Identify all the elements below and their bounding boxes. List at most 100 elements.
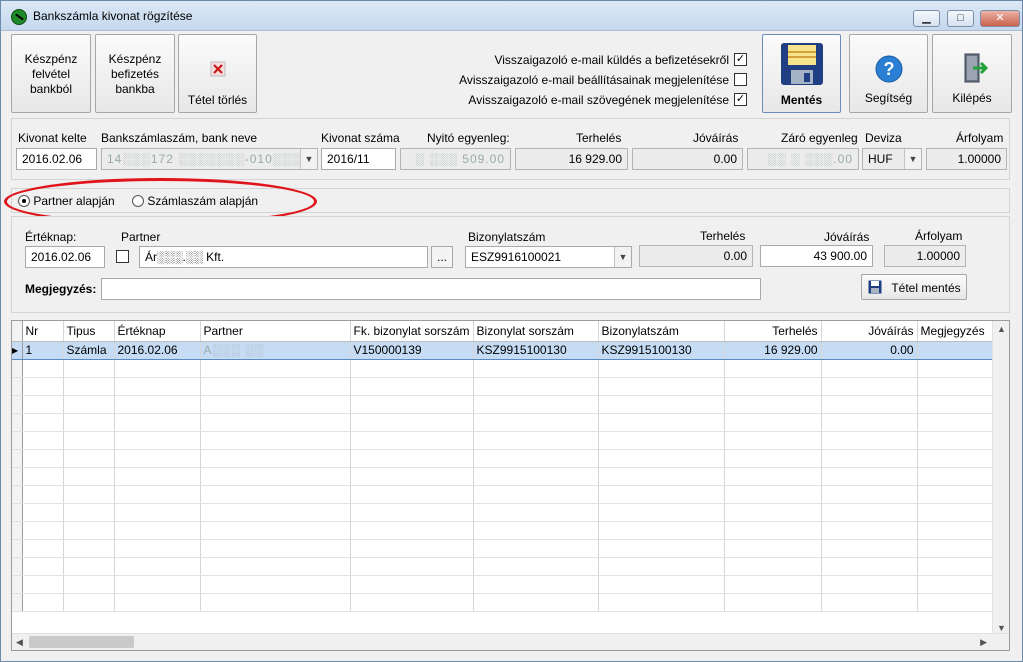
vertical-scrollbar[interactable]: ▲ ▼ <box>992 321 1009 633</box>
statement-date-field[interactable]: 2016.02.06 <box>16 148 97 170</box>
col-doc-number[interactable]: Bizonylatszám <box>598 321 725 342</box>
partner-checkbox[interactable] <box>116 250 129 263</box>
empty-cell <box>350 377 474 396</box>
empty-cell <box>724 431 822 450</box>
cash-deposit-button[interactable]: Készpénz befizetés bankba <box>95 34 175 113</box>
col-date[interactable]: Értéknap <box>114 321 201 342</box>
empty-table-row <box>12 503 996 522</box>
empty-cell <box>724 521 822 540</box>
empty-cell <box>724 485 822 504</box>
partner-browse-button[interactable]: ... <box>431 246 453 268</box>
empty-cell <box>821 359 918 378</box>
grid-header-row: Nr Tipus Értéknap Partner Fk. bizonylat … <box>12 321 996 342</box>
cell-nr: 1 <box>22 340 64 360</box>
option-email-send-checkbox[interactable]: ✓ <box>734 53 747 67</box>
col-type[interactable]: Tipus <box>63 321 115 342</box>
empty-cell <box>821 377 918 396</box>
empty-cell <box>598 575 725 594</box>
empty-cell <box>821 395 918 414</box>
items-grid[interactable]: Nr Tipus Értéknap Partner Fk. bizonylat … <box>11 320 1010 651</box>
horizontal-scroll-thumb[interactable] <box>29 636 134 648</box>
empty-cell <box>473 431 599 450</box>
empty-cell <box>12 359 23 378</box>
option-email-text-label: Avisszaigazoló e-mail szövegének megjele… <box>468 93 729 107</box>
opening-balance-value: ░ ░░░ 509.00 <box>415 152 505 166</box>
doc-number-combo-value: ESZ9916100021 <box>471 250 562 264</box>
help-label: Segítség <box>864 91 913 105</box>
empty-cell <box>598 539 725 558</box>
empty-cell <box>63 539 115 558</box>
cash-withdraw-button[interactable]: Készpénz felvétel bankból <box>11 34 91 113</box>
empty-cell <box>114 593 201 612</box>
col-debit[interactable]: Terhelés <box>724 321 822 342</box>
empty-cell <box>350 539 474 558</box>
empty-cell <box>598 467 725 486</box>
col-nr[interactable]: Nr <box>22 321 64 342</box>
empty-cell <box>917 593 996 612</box>
exit-button[interactable]: Kilépés <box>932 34 1012 113</box>
col-note[interactable]: Megjegyzés <box>917 321 996 342</box>
option-email-send[interactable]: Visszaigazoló e-mail küldés a befizetése… <box>494 53 747 67</box>
scroll-down-icon[interactable]: ▼ <box>997 623 1006 633</box>
close-button[interactable]: ✕ <box>980 10 1020 27</box>
empty-cell <box>114 377 201 396</box>
maximize-button[interactable]: □ <box>947 10 974 27</box>
value-date-field[interactable]: 2016.02.06 <box>25 246 105 268</box>
option-email-settings-checkbox[interactable] <box>734 73 747 87</box>
empty-cell <box>12 503 23 522</box>
empty-cell <box>200 593 351 612</box>
minimize-button[interactable]: ▁ <box>913 10 940 27</box>
col-fk-doc[interactable]: Fk. bizonylat sorszám <box>350 321 474 342</box>
empty-cell <box>598 449 725 468</box>
delete-item-button[interactable]: Tétel törlés <box>178 34 257 113</box>
col-partner[interactable]: Partner <box>200 321 351 342</box>
empty-cell <box>598 503 725 522</box>
table-row[interactable]: ▶ 1 Számla 2016.02.06 A░░░ ░░ V150000139… <box>12 340 996 360</box>
header-credit-label: Jóváírás <box>693 131 739 145</box>
floppy-disk-icon <box>781 43 823 85</box>
scroll-right-icon[interactable]: ▶ <box>980 637 987 648</box>
entry-credit-field[interactable]: 43 900.00 <box>760 245 873 267</box>
scroll-up-icon[interactable]: ▲ <box>997 324 1006 334</box>
empty-cell <box>200 521 351 540</box>
account-dropdown-arrow-icon[interactable]: ▼ <box>300 149 317 169</box>
doc-number-combo[interactable]: ESZ9916100021 ▼ <box>465 246 632 268</box>
statement-number-field[interactable]: 2016/11 <box>321 148 396 170</box>
doc-number-dropdown-arrow-icon[interactable]: ▼ <box>614 247 631 267</box>
scroll-left-icon[interactable]: ◀ <box>16 637 23 648</box>
closing-balance-field: ░░ ░ ░░░.00 <box>747 148 859 170</box>
option-email-settings[interactable]: Avisszaigazoló e-mail beállításainak meg… <box>459 73 747 87</box>
horizontal-scrollbar[interactable]: ◀ ▶ <box>12 633 1009 650</box>
empty-cell <box>917 485 996 504</box>
row-indicator-icon: ▶ <box>12 340 23 360</box>
empty-cell <box>114 359 201 378</box>
empty-cell <box>473 395 599 414</box>
help-question-icon: ? <box>875 55 903 83</box>
account-combo[interactable]: 14░░░172 ░░░░░░░-010░░░ ░░ ▼ <box>101 148 318 170</box>
option-email-text-checkbox[interactable]: ✓ <box>734 93 747 107</box>
partner-field[interactable]: Ár░░░.░░ Kft. <box>139 246 428 268</box>
help-button[interactable]: ? Segítség <box>849 34 928 113</box>
empty-cell <box>917 575 996 594</box>
save-button[interactable]: Mentés <box>762 34 841 113</box>
col-credit[interactable]: Jóváírás <box>821 321 918 342</box>
empty-table-row <box>12 539 996 558</box>
empty-cell <box>12 485 23 504</box>
empty-table-row <box>12 449 996 468</box>
empty-table-row <box>12 359 996 378</box>
empty-cell <box>598 431 725 450</box>
account-label: Bankszámlaszám, bank neve <box>101 131 258 145</box>
empty-cell <box>821 593 918 612</box>
note-field[interactable] <box>101 278 761 300</box>
entry-rate-field: 1.00000 <box>884 245 966 267</box>
empty-cell <box>350 467 474 486</box>
col-doc-serial[interactable]: Bizonylat sorszám <box>473 321 599 342</box>
empty-cell <box>200 431 351 450</box>
currency-combo[interactable]: HUF ▼ <box>862 148 922 170</box>
option-email-text[interactable]: Avisszaigazoló e-mail szövegének megjele… <box>468 93 747 107</box>
cell-partner: A░░░ ░░ <box>200 340 351 360</box>
empty-cell <box>22 449 64 468</box>
save-item-button[interactable]: Tétel mentés <box>861 274 967 300</box>
empty-cell <box>114 485 201 504</box>
currency-dropdown-arrow-icon[interactable]: ▼ <box>904 149 921 169</box>
